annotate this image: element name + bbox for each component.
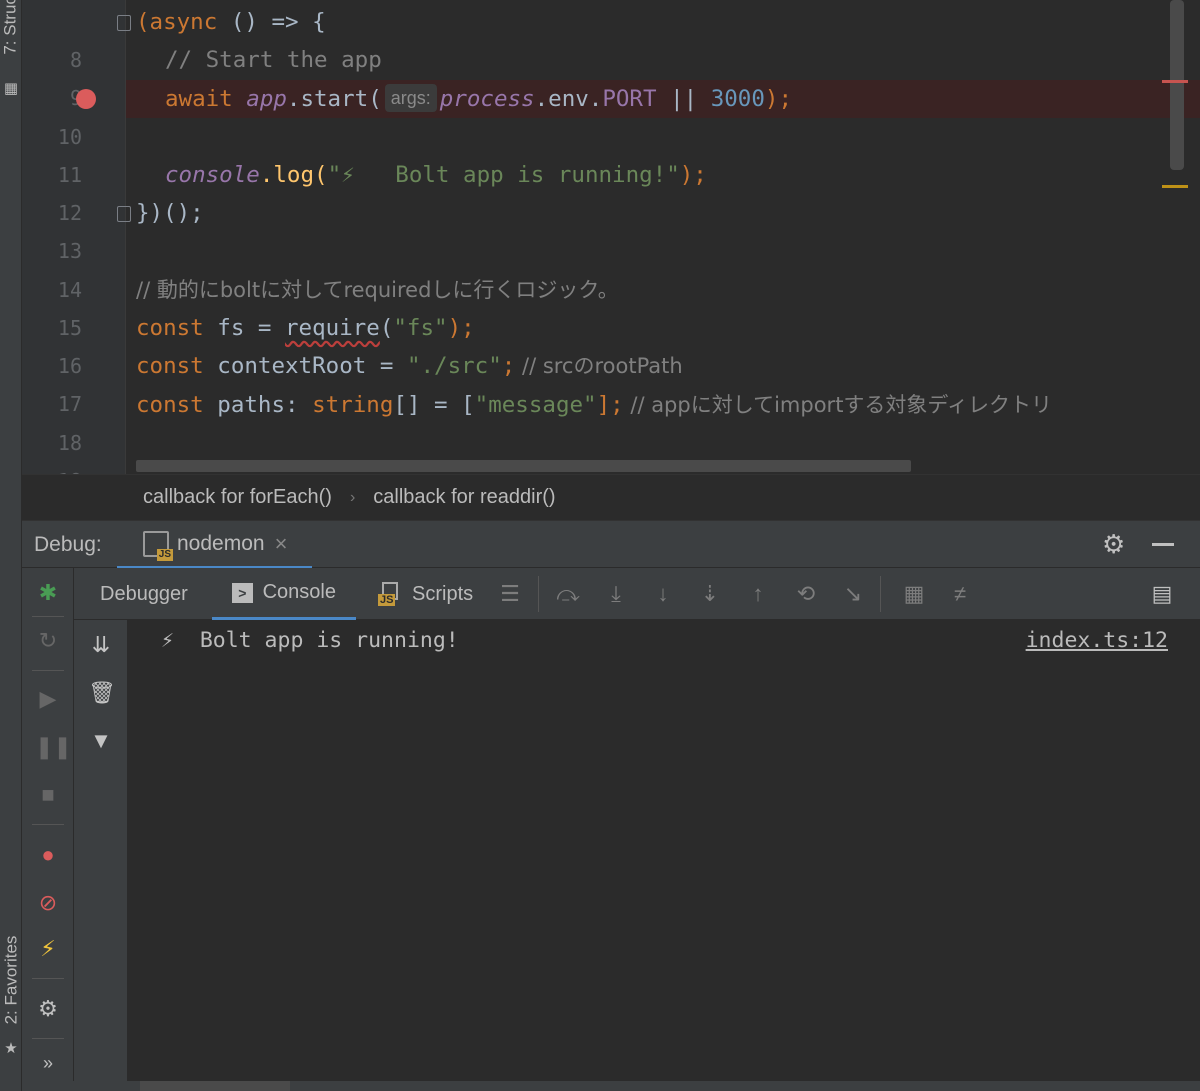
code-line[interactable]: 18 const paths: string[] = ["message"]; … (22, 386, 1200, 455)
tab-scripts[interactable]: JS Scripts (378, 568, 473, 620)
code-line[interactable]: 8 (async () => { (22, 3, 1200, 72)
debug-side-toolbar: ✱ ↻ ▶ ❚❚ ■ ● ⊘ ⚡ ⚙ » (22, 568, 74, 1091)
console-message: ⚡ Bolt app is running! (161, 628, 459, 653)
code-line[interactable]: 15 // 動的にboltに対してrequiredしに行くロジック。 (22, 271, 1200, 340)
code-line[interactable]: 17 const contextRoot = "./src"; // srcのr… (22, 347, 1200, 416)
parameter-hint: args: (384, 84, 437, 112)
code-line[interactable]: 16 const fs = require("fs"); (22, 309, 1200, 378)
favorites-tool-tab[interactable]: 2: Favorites (0, 925, 22, 1035)
close-icon[interactable]: × (275, 531, 288, 557)
force-step-into-icon[interactable]: ↓ (649, 580, 677, 608)
resume-icon[interactable]: ▶ (35, 686, 61, 712)
source-link[interactable]: index.ts:12 (1026, 628, 1168, 653)
star-icon[interactable]: ★ (2, 1040, 20, 1058)
fold-marker-icon[interactable] (117, 15, 131, 31)
lightning-icon[interactable]: ⚡ (35, 936, 61, 962)
more-icon[interactable]: » (35, 1050, 61, 1076)
restore-layout-icon[interactable]: ▤ (1148, 580, 1176, 608)
scroll-to-end-icon[interactable]: ⇊ (88, 632, 114, 658)
left-tool-strip: 7: Struct ▦ 2: Favorites ★ (0, 0, 22, 1091)
filter-icon[interactable]: ▼ (88, 728, 114, 754)
tab-debugger[interactable]: Debugger (100, 568, 188, 620)
structure-icon[interactable]: ▦ (2, 80, 20, 98)
minimize-icon[interactable] (1152, 543, 1174, 546)
code-line[interactable]: 9 // Start the app (22, 41, 1200, 110)
editor-vertical-scrollbar[interactable] (1170, 0, 1184, 170)
console-side-toolbar: ⇊ 🗑 ▼ (74, 620, 128, 1081)
code-line[interactable]: 11 (22, 118, 1200, 187)
mute-breakpoints-icon[interactable]: ⊘ (35, 890, 61, 916)
layout-icon[interactable]: ☰ (496, 580, 524, 608)
structure-tool-tab[interactable]: 7: Struct (0, 0, 22, 78)
code-line[interactable]: 19 (22, 424, 1200, 474)
trash-icon[interactable]: 🗑 (88, 680, 116, 706)
debug-tool-window-header: Debug: JS nodemon × ⚙ (22, 520, 1200, 569)
view-breakpoints-icon[interactable]: ● (35, 842, 61, 868)
step-out-icon[interactable]: ↑ (744, 580, 772, 608)
step-into-icon[interactable]: ⤓ (602, 580, 630, 608)
line-number: 19 (22, 462, 82, 474)
evaluate-icon[interactable]: ▦ (900, 580, 928, 608)
run-to-cursor-icon[interactable]: ↘ (839, 580, 867, 608)
stop-icon[interactable]: ■ (35, 782, 61, 808)
code-line-breakpoint[interactable]: 10 await app.start(args: process.env.PORT… (22, 80, 1200, 149)
breadcrumb: callback for forEach() › callback for re… (22, 474, 1200, 520)
debug-tabs-toolbar: Debugger > Console JS Scripts ☰ ⤼ ⤓ ↓ ⇣ … (74, 568, 1200, 620)
console-icon: > (232, 582, 253, 603)
tab-console[interactable]: > Console (212, 568, 356, 620)
pause-icon[interactable]: ❚❚ (35, 734, 72, 760)
bug-icon[interactable]: ✱ (35, 580, 61, 606)
rerun-icon[interactable]: ↻ (35, 628, 61, 654)
warning-stripe-marker[interactable] (1162, 185, 1188, 188)
code-line[interactable]: 14 (22, 233, 1200, 302)
session-tab-nodemon[interactable]: JS nodemon × (117, 521, 312, 569)
code-editor[interactable]: 8 (async () => { 9 // Start the app 10 a… (22, 0, 1200, 474)
breadcrumb-item[interactable]: callback for forEach() (143, 486, 332, 509)
settings-icon[interactable]: ⚙ (35, 996, 61, 1022)
chevron-right-icon: › (349, 488, 356, 506)
gear-icon[interactable]: ⚙ (1102, 529, 1125, 560)
code-line[interactable]: 13 })(); (22, 194, 1200, 263)
node-config-icon: JS (143, 530, 173, 561)
trace-icon[interactable]: ≠ (946, 580, 974, 608)
debug-title: Debug: (34, 533, 102, 556)
breadcrumb-item[interactable]: callback for readdir() (373, 486, 555, 509)
session-label: nodemon (177, 531, 265, 555)
scripts-icon: JS (378, 582, 402, 606)
console-output[interactable]: ⚡ Bolt app is running! index.ts:12 (128, 620, 1200, 1081)
fold-marker-icon[interactable] (117, 206, 131, 222)
step-over-icon[interactable]: ⤼ (554, 580, 582, 608)
editor-horizontal-scrollbar[interactable] (136, 460, 911, 472)
error-stripe-marker[interactable] (1162, 80, 1188, 83)
drop-frame-icon[interactable]: ⟲ (792, 580, 820, 608)
console-horizontal-scrollbar[interactable] (140, 1081, 290, 1091)
smart-step-into-icon[interactable]: ⇣ (696, 580, 724, 608)
breakpoint-icon[interactable] (76, 89, 96, 109)
code-line[interactable]: 12 console.log("⚡ Bolt app is running!")… (22, 156, 1200, 225)
